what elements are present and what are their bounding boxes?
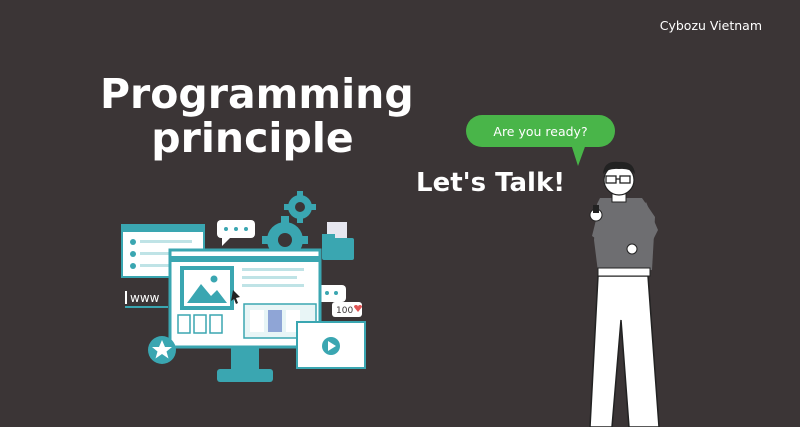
microphone-icon [593,205,599,213]
slide: Cybozu Vietnam Programming principle Are… [0,0,800,427]
speaker-illustration [589,161,660,427]
man-figure [589,161,660,427]
